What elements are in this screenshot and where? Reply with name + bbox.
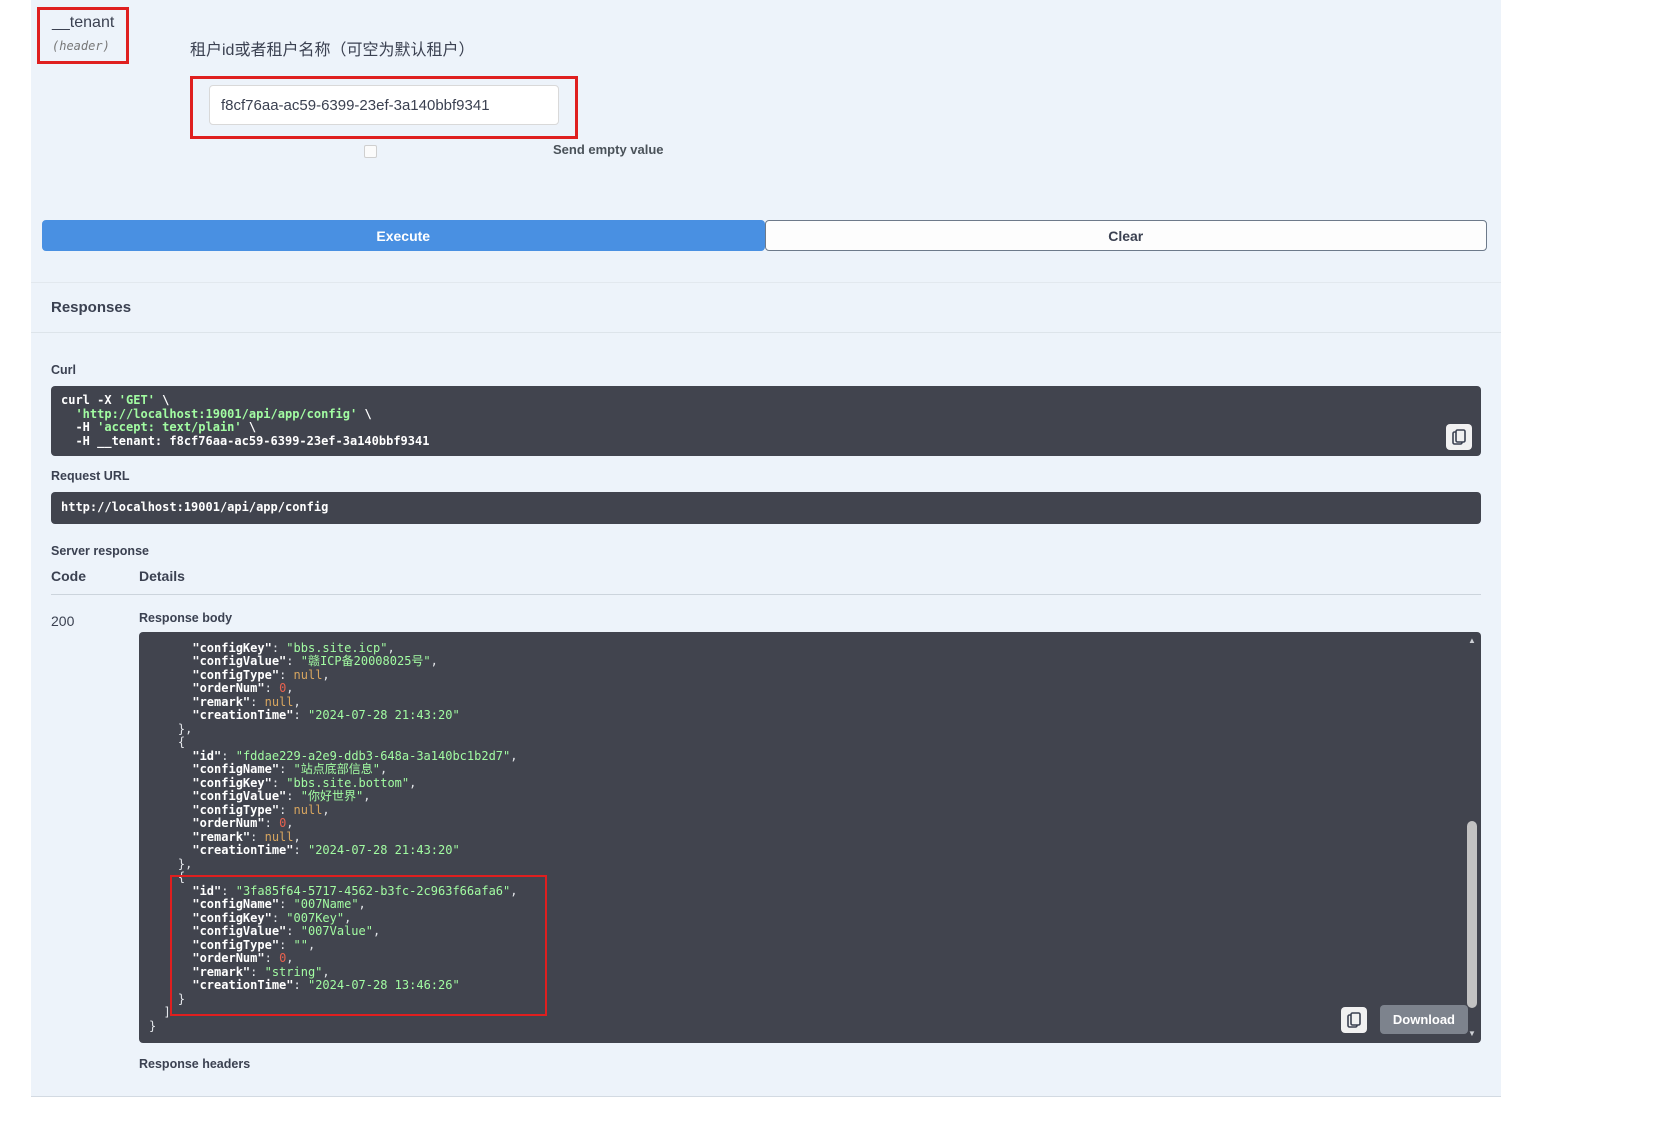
response-scrollbar: ▲ ▼ <box>1465 634 1479 1042</box>
response-body-label: Response body <box>139 611 1481 625</box>
curl-block: curl -X 'GET' \ 'http://localhost:19001/… <box>51 386 1481 456</box>
annotation-box-tenant: __tenant (header) <box>37 7 129 64</box>
request-url-block: http://localhost:19001/api/app/config <box>51 492 1481 524</box>
annotation-box-input <box>190 76 578 139</box>
response-body-json: "configKey": "bbs.site.icp", "configValu… <box>139 632 1481 1044</box>
execute-button[interactable]: Execute <box>42 220 765 251</box>
server-response-label: Server response <box>51 544 1481 558</box>
parameter-location: (header) <box>52 39 114 53</box>
curl-command: curl -X 'GET' \ 'http://localhost:19001/… <box>51 386 1481 456</box>
send-empty-row: Send empty value <box>190 139 1481 173</box>
parameter-name-column: __tenant (header) <box>37 7 190 173</box>
clear-button[interactable]: Clear <box>765 220 1488 251</box>
parameter-description: 租户id或者租户名称（可空为默认租户） <box>190 36 1481 60</box>
curl-label: Curl <box>51 363 1481 377</box>
download-button[interactable]: Download <box>1380 1005 1468 1034</box>
clipboard-icon <box>1452 429 1466 445</box>
tenant-input[interactable] <box>209 85 559 125</box>
parameter-name: __tenant <box>52 14 114 32</box>
parameters-section: __tenant (header) 租户id或者租户名称（可空为默认租户） Se… <box>31 0 1501 173</box>
copy-response-button[interactable] <box>1341 1007 1367 1033</box>
code-column-header: Code <box>51 568 139 584</box>
response-body-block: "configKey": "bbs.site.icp", "configValu… <box>139 632 1481 1044</box>
response-table-row: 200 Response body "configKey": "bbs.site… <box>51 595 1481 1098</box>
scroll-up-icon[interactable]: ▲ <box>1465 634 1479 648</box>
send-empty-label: Send empty value <box>553 142 664 157</box>
response-table-header: Code Details <box>51 568 1481 595</box>
status-code: 200 <box>51 611 139 1098</box>
send-empty-checkbox[interactable] <box>364 145 377 158</box>
details-column-header: Details <box>139 568 185 584</box>
copy-curl-button[interactable] <box>1446 424 1472 450</box>
execute-row: Execute Clear <box>42 220 1487 251</box>
get-operation-block: __tenant (header) 租户id或者租户名称（可空为默认租户） Se… <box>31 0 1501 1097</box>
response-headers-label: Response headers <box>139 1057 1481 1097</box>
responses-title: Responses <box>51 299 131 316</box>
scrollbar-thumb[interactable] <box>1467 821 1477 1008</box>
clipboard-icon <box>1347 1012 1361 1028</box>
parameter-description-column: 租户id或者租户名称（可空为默认租户） Send empty value <box>190 7 1481 173</box>
request-url-label: Request URL <box>51 469 1481 483</box>
responses-body: Curl curl -X 'GET' \ 'http://localhost:1… <box>31 333 1501 1097</box>
response-details-cell: Response body "configKey": "bbs.site.icp… <box>139 611 1481 1098</box>
request-url-value: http://localhost:19001/api/app/config <box>51 492 1481 524</box>
responses-header: Responses <box>31 282 1501 333</box>
response-actions: Download <box>1341 1005 1468 1034</box>
